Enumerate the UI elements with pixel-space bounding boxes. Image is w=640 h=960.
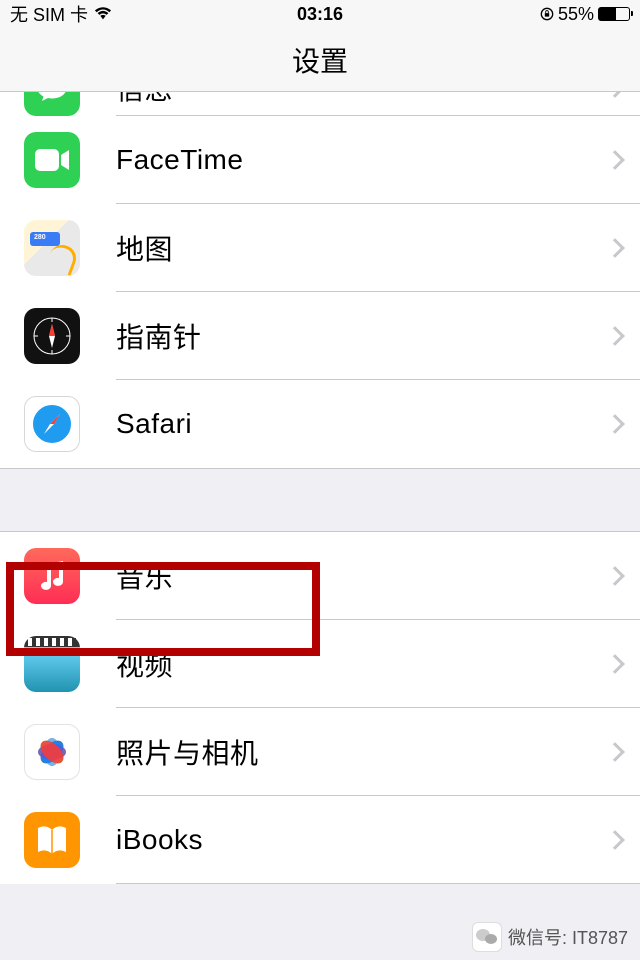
chevron-right-icon	[605, 830, 625, 850]
facetime-icon	[24, 132, 80, 188]
row-label: 信息	[116, 92, 608, 108]
safari-icon	[24, 396, 80, 452]
row-videos[interactable]: 视频	[0, 620, 640, 708]
wifi-icon	[94, 7, 112, 21]
row-label: 照片与相机	[116, 732, 608, 772]
chevron-right-icon	[605, 326, 625, 346]
row-ibooks[interactable]: iBooks	[0, 796, 640, 884]
row-label: FaceTime	[116, 144, 608, 176]
row-label: 指南针	[116, 316, 608, 356]
row-safari[interactable]: Safari	[0, 380, 640, 468]
status-bar: 无 SIM 卡 03:16 55%	[0, 0, 640, 28]
clock-text: 03:16	[297, 4, 343, 25]
music-icon	[24, 548, 80, 604]
videos-icon	[24, 636, 80, 692]
chevron-right-icon	[605, 414, 625, 434]
section-gap	[0, 468, 640, 532]
row-maps[interactable]: 280 地图	[0, 204, 640, 292]
chevron-right-icon	[605, 150, 625, 170]
settings-group-2: 音乐 视频 照片与相机 iBooks	[0, 532, 640, 884]
row-photos[interactable]: 照片与相机	[0, 708, 640, 796]
row-label: 音乐	[116, 556, 608, 596]
ibooks-icon	[24, 812, 80, 868]
row-label: 地图	[116, 228, 608, 268]
page-title: 设置	[0, 28, 640, 92]
row-music[interactable]: 音乐	[0, 532, 640, 620]
watermark-text: 微信号: IT8787	[508, 924, 628, 950]
row-messages[interactable]: 信息	[0, 92, 640, 116]
chevron-right-icon	[605, 238, 625, 258]
battery-percent: 55%	[558, 4, 594, 25]
chevron-right-icon	[605, 742, 625, 762]
carrier-text: 无 SIM 卡	[10, 1, 88, 27]
wechat-icon	[472, 922, 502, 952]
row-label: iBooks	[116, 824, 608, 856]
chevron-right-icon	[605, 92, 625, 98]
settings-group-1: 信息 FaceTime 280 地图 指南针 Safari	[0, 92, 640, 468]
messages-icon	[24, 92, 80, 116]
watermark: 微信号: IT8787	[472, 922, 628, 952]
row-facetime[interactable]: FaceTime	[0, 116, 640, 204]
row-label: Safari	[116, 408, 608, 440]
row-label: 视频	[116, 644, 608, 684]
battery-icon	[598, 7, 630, 21]
row-compass[interactable]: 指南针	[0, 292, 640, 380]
chevron-right-icon	[605, 566, 625, 586]
orientation-lock-icon	[540, 7, 554, 21]
chevron-right-icon	[605, 654, 625, 674]
photos-icon	[24, 724, 80, 780]
compass-icon	[24, 308, 80, 364]
maps-icon: 280	[24, 220, 80, 276]
